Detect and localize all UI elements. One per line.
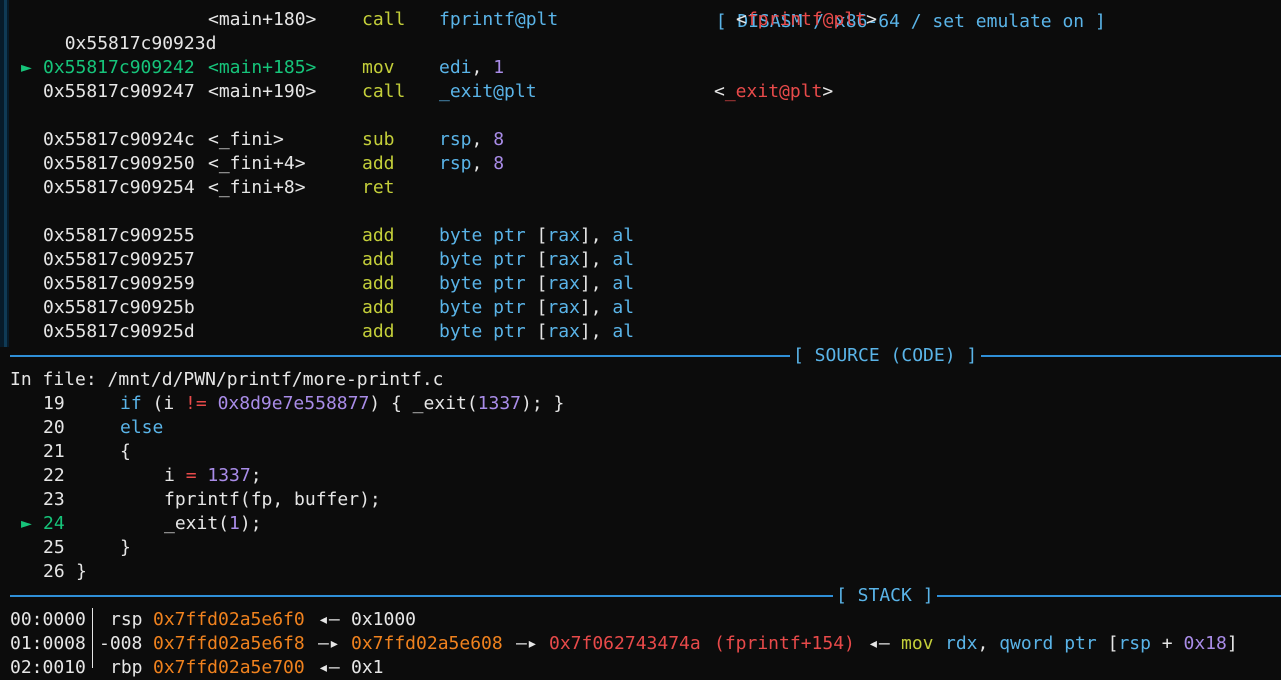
source-code: } — [120, 537, 131, 558]
source-line-number: 22 — [43, 465, 65, 486]
disasm-mnemonic: call — [362, 81, 406, 102]
disasm-line[interactable]: 0x55817c90923d — [43, 8, 217, 54]
stack-address[interactable]: 0x7ffd02a5e6f0 — [153, 608, 305, 632]
current-line-arrow-icon: ► — [21, 513, 32, 534]
disasm-mnemonic: add — [362, 321, 395, 342]
disasm-annotation: <fprintf@plt> — [736, 9, 877, 30]
stack-separator-line — [937, 595, 1281, 597]
disasm-address[interactable]: 0x55817c909250 — [43, 152, 195, 176]
stack-arrow: —▸ — [516, 633, 538, 654]
disasm-mnemonic: mov — [362, 57, 395, 78]
disasm-symbol: <_fini+4> — [208, 153, 306, 174]
stack-symbol: (fprintf+154) — [714, 633, 855, 654]
stack-offset: 02:0010 — [10, 657, 86, 678]
disasm-mnemonic: add — [362, 249, 395, 270]
source-code: { — [120, 441, 131, 462]
disasm-operand: byte ptr [rax], al — [439, 321, 635, 342]
disasm-operand: rsp, 8 — [439, 129, 505, 150]
stack-pointer-target[interactable]: 0x7ffd02a5e608 — [351, 632, 503, 656]
stack-value: 0x1 — [351, 657, 384, 678]
disasm-address[interactable]: 0x55817c909259 — [43, 272, 195, 296]
disasm-operand: byte ptr [rax], al — [439, 297, 635, 318]
disasm-mnemonic: ret — [362, 177, 395, 198]
source-line-number: 19 — [43, 393, 65, 414]
disasm-operand: _exit@plt — [439, 81, 537, 102]
source-line-number: 26 — [43, 561, 65, 582]
disasm-operand: rsp, 8 — [439, 153, 505, 174]
stack-arrow: ◂— — [868, 633, 890, 654]
source-file-path: /mnt/d/PWN/printf/more-printf.c — [107, 369, 444, 390]
disasm-address: 0x55817c90923d — [64, 33, 217, 54]
source-code: i = 1337; — [164, 465, 262, 486]
stack-offset-divider — [92, 608, 93, 668]
source-line-number: 25 — [43, 537, 65, 558]
stack-register: rsp — [110, 609, 143, 630]
source-file-line: In file: /mnt/d/PWN/printf/more-printf.c — [10, 369, 444, 390]
source-line-number: 23 — [43, 489, 65, 510]
disasm-operand: byte ptr [rax], al — [439, 225, 635, 246]
disasm-address-current[interactable]: 0x55817c909242 — [43, 56, 195, 80]
disasm-operand: byte ptr [rax], al — [439, 273, 635, 294]
source-separator-line — [10, 355, 790, 357]
current-instruction-arrow-icon: ► — [21, 57, 32, 78]
stack-arrow: ◂— — [318, 609, 340, 630]
disasm-mnemonic: sub — [362, 129, 395, 150]
disasm-gutter-bar — [0, 0, 9, 347]
disasm-address[interactable]: 0x55817c90924c — [43, 128, 195, 152]
stack-arrow: ◂— — [318, 657, 340, 678]
disasm-operand: edi, 1 — [439, 57, 505, 78]
source-code: _exit(1); — [164, 513, 262, 534]
disasm-annotation: <_exit@plt> — [714, 81, 834, 102]
disasm-address[interactable]: 0x55817c909247 — [43, 80, 195, 104]
stack-header: [ STACK ] — [836, 585, 934, 606]
disasm-operand: byte ptr [rax], al — [439, 249, 635, 270]
disasm-address[interactable]: 0x55817c90925d — [43, 320, 195, 344]
disasm-address[interactable]: 0x55817c909257 — [43, 248, 195, 272]
source-code: else — [120, 417, 164, 438]
stack-instruction-mnemonic: mov — [901, 633, 934, 654]
disasm-symbol-current: <main+185> — [208, 57, 317, 78]
disasm-mnemonic: add — [362, 153, 395, 174]
stack-register: -008 — [99, 633, 143, 654]
stack-arrow: —▸ — [318, 633, 340, 654]
source-line-number-current: 24 — [43, 513, 65, 534]
disasm-symbol: <_fini+8> — [208, 177, 306, 198]
disasm-symbol: <_fini> — [208, 129, 284, 150]
disasm-mnemonic: add — [362, 225, 395, 246]
stack-address[interactable]: 0x7ffd02a5e6f8 — [153, 632, 305, 656]
disasm-address[interactable]: 0x55817c909254 — [43, 176, 195, 200]
disasm-operand: fprintf@plt — [439, 9, 559, 30]
source-code: } — [76, 561, 87, 582]
stack-instruction-operands: rdx, qword ptr [rsp + 0x18] — [945, 633, 1238, 654]
disasm-mnemonic: call — [362, 9, 406, 30]
stack-separator-line — [10, 595, 833, 597]
source-line-number: 21 — [43, 441, 65, 462]
disasm-mnemonic: add — [362, 297, 395, 318]
stack-value: 0x1000 — [351, 609, 417, 630]
disasm-address[interactable]: 0x55817c90925b — [43, 296, 195, 320]
source-code: if (i != 0x8d9e7e558877) { _exit(1337); … — [120, 393, 565, 414]
disasm-address[interactable]: 0x55817c909255 — [43, 224, 195, 248]
stack-code-address[interactable]: 0x7f062743474a — [549, 632, 701, 656]
source-code: fprintf(fp, buffer); — [164, 489, 381, 510]
disasm-mnemonic: add — [362, 273, 395, 294]
source-line-number: 20 — [43, 417, 65, 438]
stack-address[interactable]: 0x7ffd02a5e700 — [153, 656, 305, 680]
disasm-symbol: <main+180> — [208, 9, 317, 30]
source-separator-line — [981, 355, 1281, 357]
disasm-symbol: <main+190> — [208, 81, 317, 102]
stack-register: rbp — [110, 657, 143, 678]
source-header: [ SOURCE (CODE) ] — [793, 345, 978, 366]
stack-offset: 01:0008 — [10, 633, 86, 654]
stack-offset: 00:0000 — [10, 609, 86, 630]
